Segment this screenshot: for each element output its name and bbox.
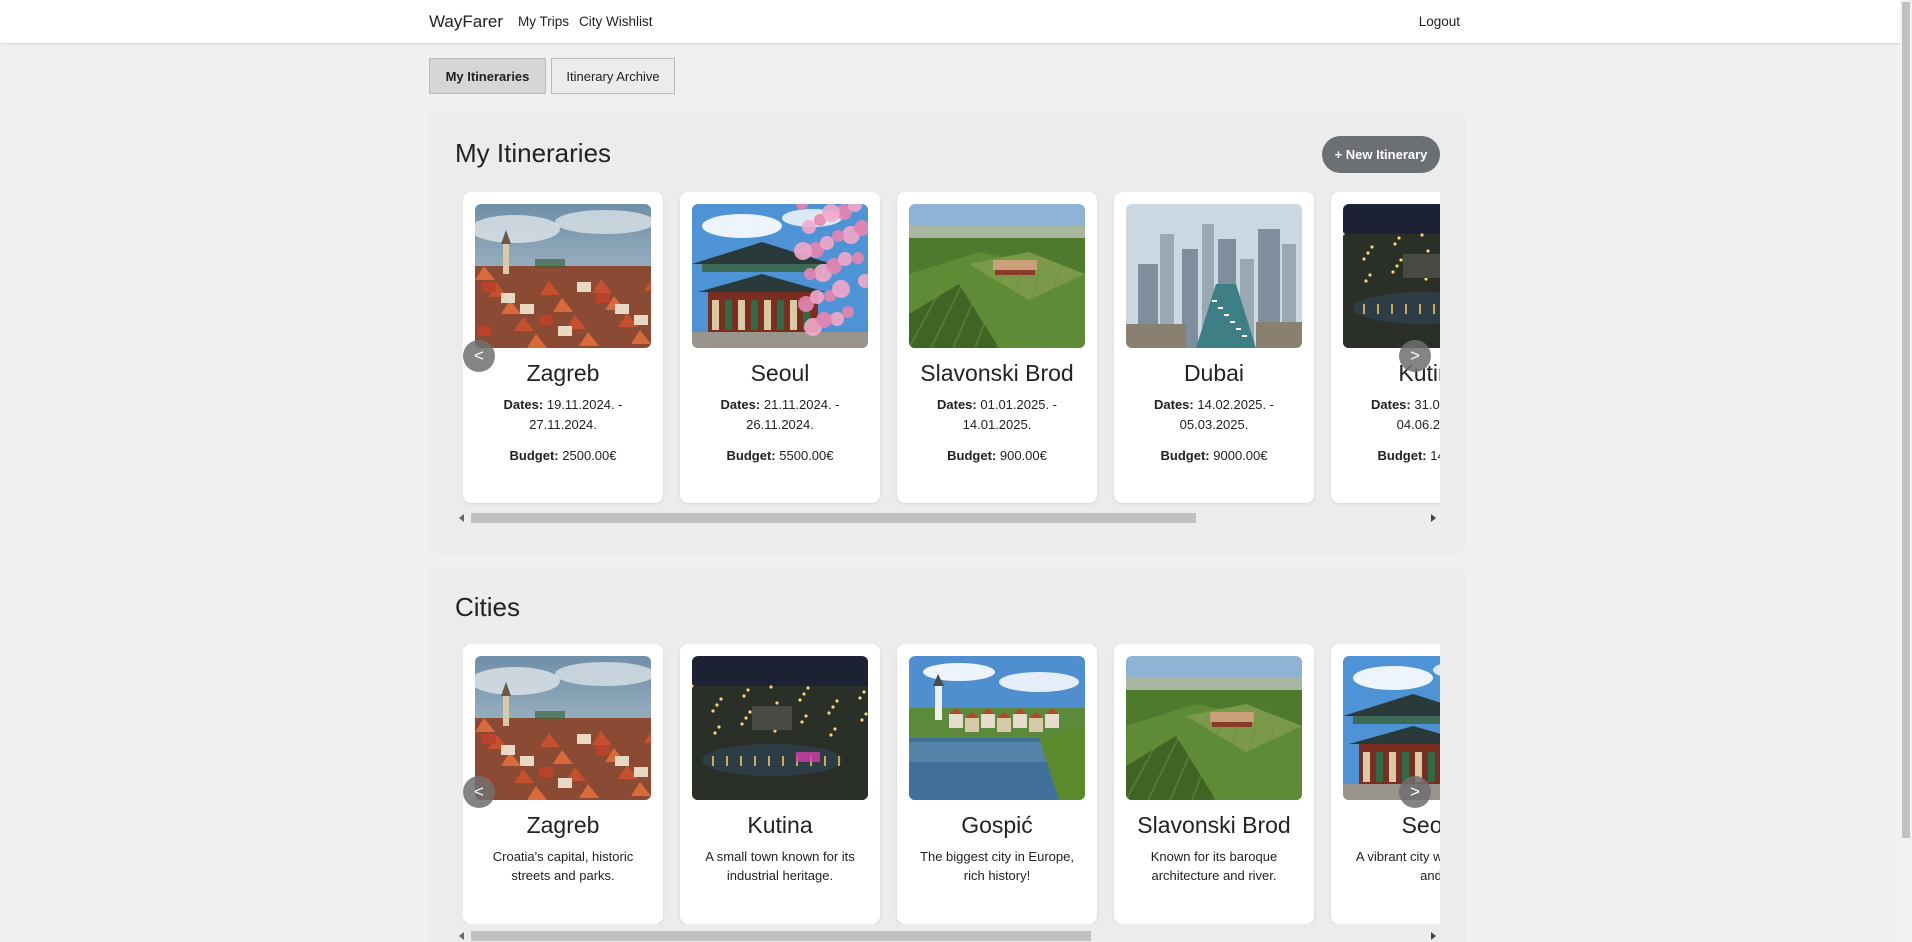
itinerary-photo [909,204,1085,348]
itinerary-photo [1343,204,1440,348]
date-end: 14.01.2025. [962,417,1032,432]
scroll-left-arrow-icon[interactable] [459,932,464,940]
cities-carousel: Zagreb Croatia's capital, historic stree… [463,644,1440,924]
itinerary-city-name: Zagreb [526,360,600,386]
city-photo [909,656,1085,800]
itinerary-budget: Budget: 2500.00€ [463,448,663,463]
itinerary-budget: Budget: 9000.00€ [1114,448,1314,463]
itineraries-prev-button[interactable]: < [463,340,495,372]
dates-label: Dates: [1371,397,1411,412]
itineraries-scrollbar-thumb[interactable] [471,513,1196,523]
city-description: Known for its baroque architecture and r… [1150,849,1278,883]
itinerary-budget: Budget: 5500.00€ [680,448,880,463]
budget-label: Budget: [726,448,776,463]
budget-label: Budget: [1377,448,1427,463]
date-start: 21.11.2024. - [763,397,840,412]
city-description: A vibrant city with tradition and [1355,849,1440,883]
itinerary-dates: Dates: 01.01.2025. - 14.01.2025. [913,395,1081,435]
itinerary-photo [692,204,868,348]
page-scrollbar-thumb[interactable] [1902,2,1910,838]
itinerary-dates: Dates: 14.02.2025. - 05.03.2025. [1130,395,1298,435]
date-start: 01.01.2025. - [980,397,1057,412]
city-name: Gospić [961,812,1033,838]
budget-value: 5500.00€ [779,448,834,463]
nav-link-city-wishlist[interactable]: City Wishlist [579,14,653,29]
scroll-left-arrow-icon[interactable] [459,514,464,522]
budget-value: 2500.00€ [562,448,617,463]
itinerary-dates: Dates: 21.11.2024. - 26.11.2024. [696,395,864,435]
itinerary-city-name: Dubai [1183,360,1245,386]
cities-scrollbar[interactable] [455,929,1440,942]
itinerary-dates: Dates: 31.05.2025. - 04.06.2025. [1347,395,1440,435]
cities-panel: Cities Zagreb Croatia's capital, histori… [429,567,1466,942]
itinerary-card[interactable]: Seoul Dates: 21.11.2024. - 26.11.2024. B… [680,192,880,503]
itineraries-panel: My Itineraries + New Itinerary Zagreb Da… [429,111,1466,554]
itineraries-carousel: Zagreb Dates: 19.11.2024. - 27.11.2024. … [463,192,1440,507]
cities-prev-button[interactable]: < [463,776,495,808]
scroll-right-arrow-icon[interactable] [1431,932,1436,940]
itineraries-scrollbar[interactable] [455,511,1440,525]
city-description: Croatia's capital, historic streets and … [492,849,634,883]
page-scrollbar[interactable] [1900,0,1912,942]
date-end: 27.11.2024. [529,417,597,432]
itinerary-card[interactable]: Slavonski Brod Dates: 01.01.2025. - 14.0… [897,192,1097,503]
itinerary-photo [1126,204,1302,348]
new-itinerary-button[interactable]: + New Itinerary [1322,136,1440,173]
city-photo [475,656,651,800]
city-name: Zagreb [526,812,600,838]
date-end: 26.11.2024. [746,417,814,432]
itinerary-card[interactable]: Dubai Dates: 14.02.2025. - 05.03.2025. B… [1114,192,1314,503]
itinerary-budget: Budget: 900.00€ [897,448,1097,463]
itinerary-budget: Budget: 1400.00€ [1331,448,1440,463]
cities-scrollbar-thumb[interactable] [471,931,1091,941]
dates-label: Dates: [937,397,977,412]
city-card[interactable]: Kutina A small town known for its indust… [680,644,880,924]
city-name: Slavonski Brod [1137,812,1291,838]
city-name: Kutina [747,812,813,838]
top-navbar: WayFarer My Trips City Wishlist Logout [0,0,1900,44]
logout-link[interactable]: Logout [1419,14,1460,29]
date-end: 05.03.2025. [1179,417,1249,432]
brand-logo[interactable]: WayFarer [429,12,503,32]
budget-label: Budget: [509,448,559,463]
dates-label: Dates: [503,397,544,412]
city-photo [1343,656,1440,800]
dates-label: Dates: [720,397,761,412]
budget-label: Budget: [947,448,997,463]
city-description: A small town known for its industrial he… [705,849,855,883]
itinerary-dates: Dates: 19.11.2024. - 27.11.2024. [479,395,647,435]
budget-value: 9000.00€ [1213,448,1268,463]
city-description: The biggest city in Europe, rich history… [920,849,1074,883]
city-name: Seoul [1401,812,1440,838]
budget-value: 1400.00€ [1430,448,1440,463]
cities-next-button[interactable]: > [1399,776,1431,808]
date-start: 14.02.2025. - [1197,397,1274,412]
city-photo [1126,656,1302,800]
itinerary-city-name: Seoul [750,360,810,386]
itinerary-photo [475,204,651,348]
itineraries-next-button[interactable]: > [1399,340,1431,372]
date-end: 04.06.2025. [1396,417,1440,432]
tab-itinerary-archive[interactable]: Itinerary Archive [551,58,675,94]
city-card[interactable]: Slavonski Brod Known for its baroque arc… [1114,644,1314,924]
itineraries-title: My Itineraries [455,138,612,168]
budget-label: Budget: [1160,448,1210,463]
itinerary-city-name: Slavonski Brod [920,360,1074,386]
nav-link-my-trips[interactable]: My Trips [518,14,569,29]
budget-value: 900.00€ [999,448,1047,463]
dates-label: Dates: [1154,397,1194,412]
city-photo [692,656,868,800]
city-card[interactable]: Gospić The biggest city in Europe, rich … [897,644,1097,924]
date-start: 31.05.2025. - [1414,397,1440,412]
scroll-right-arrow-icon[interactable] [1431,514,1436,522]
tab-my-itineraries[interactable]: My Itineraries [429,58,546,94]
cities-title: Cities [455,592,521,622]
date-start: 19.11.2024. - [546,397,623,412]
